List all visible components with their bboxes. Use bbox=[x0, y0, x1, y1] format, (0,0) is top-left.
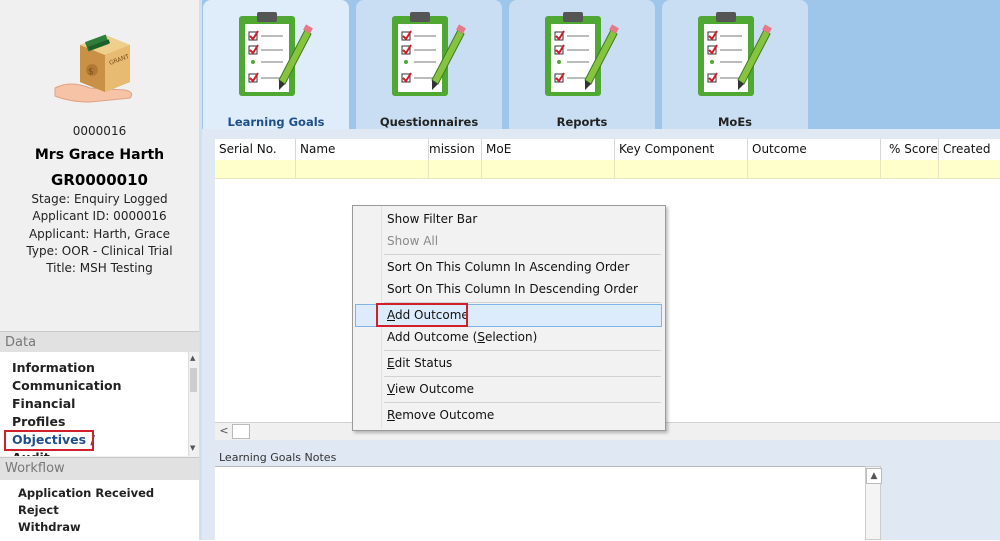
scroll-thumb[interactable] bbox=[190, 368, 197, 392]
column-header-name[interactable]: Name bbox=[296, 139, 429, 160]
menu-separator bbox=[384, 402, 661, 403]
data-section-title: Data bbox=[5, 335, 37, 350]
profile-stage: Stage: Enquiry Logged bbox=[31, 192, 168, 206]
column-header-outcome[interactable]: Outcome bbox=[748, 139, 881, 160]
grid-filter-row[interactable] bbox=[215, 160, 1000, 179]
menu-item-sort-descending[interactable]: Sort On This Column In Descending Order bbox=[387, 282, 638, 296]
menu-separator bbox=[384, 254, 661, 255]
tab-moes[interactable]: MoEs bbox=[662, 0, 808, 129]
workflow-item-reject[interactable]: Reject bbox=[18, 503, 59, 517]
tab-reports-label: Reports bbox=[556, 115, 608, 129]
tab-reports[interactable]: Reports bbox=[509, 0, 655, 129]
column-header-key-component[interactable]: Key Component bbox=[615, 139, 748, 160]
menu-item-show-all[interactable]: Show All bbox=[387, 234, 438, 248]
notes-textarea[interactable] bbox=[215, 466, 865, 541]
horizontal-scroll-thumb[interactable] bbox=[232, 424, 250, 439]
clipboard-checklist-icon bbox=[545, 12, 619, 96]
svg-text:$: $ bbox=[88, 67, 94, 77]
mnemonic-letter: S bbox=[477, 330, 485, 344]
tab-learning-goals-label: Learning Goals bbox=[227, 115, 325, 129]
scroll-left-arrow-icon[interactable]: < bbox=[216, 423, 232, 438]
filter-cell[interactable] bbox=[482, 160, 615, 178]
profile-applicant: Applicant: Harth, Grace bbox=[28, 227, 171, 241]
filter-cell[interactable] bbox=[748, 160, 881, 178]
menu-item-sort-ascending[interactable]: Sort On This Column In Ascending Order bbox=[387, 260, 629, 274]
objectives-highlight-box bbox=[4, 430, 94, 451]
notes-label: Learning Goals Notes bbox=[219, 451, 337, 464]
mnemonic-letter: E bbox=[387, 356, 395, 370]
clipboard-checklist-icon bbox=[239, 12, 313, 96]
grid-header-row: Serial No. Name mission MoE Key Componen… bbox=[215, 139, 1000, 161]
data-item-profiles[interactable]: Profiles bbox=[12, 414, 65, 429]
filter-cell[interactable] bbox=[429, 160, 482, 178]
menu-item-add-outcome-selection[interactable]: Add Outcome (Selection) bbox=[387, 330, 537, 344]
column-header-submission[interactable]: mission bbox=[429, 139, 482, 160]
menu-item-text: emove Outcome bbox=[394, 408, 495, 422]
clipboard-checklist-icon bbox=[392, 12, 466, 96]
column-header-percent-score[interactable]: % Score bbox=[881, 139, 939, 160]
menu-item-text: election) bbox=[484, 330, 538, 344]
scroll-down-arrow-icon[interactable]: ▼ bbox=[190, 444, 195, 452]
mnemonic-letter: V bbox=[387, 382, 395, 396]
data-item-financial[interactable]: Financial bbox=[12, 396, 75, 411]
data-list-scrollbar[interactable]: ▲ ▼ bbox=[188, 352, 199, 456]
data-item-information[interactable]: Information bbox=[12, 360, 95, 375]
profile-title: Title: MSH Testing bbox=[46, 261, 153, 275]
menu-item-view-outcome[interactable]: View Outcome bbox=[387, 382, 474, 396]
column-header-moe[interactable]: MoE bbox=[482, 139, 615, 160]
tab-learning-goals[interactable]: Learning Goals bbox=[203, 0, 349, 129]
menu-item-text: Add Outcome ( bbox=[387, 330, 478, 344]
data-item-communication[interactable]: Communication bbox=[12, 378, 122, 393]
tab-questionnaires[interactable]: Questionnaires bbox=[356, 0, 502, 129]
profile-name: Mrs Grace Harth bbox=[34, 147, 165, 163]
column-header-created[interactable]: Created bbox=[939, 139, 1000, 160]
menu-item-text: dit Status bbox=[394, 356, 453, 370]
profile-applicant-id: Applicant ID: 0000016 bbox=[32, 209, 167, 223]
filter-cell[interactable] bbox=[296, 160, 429, 178]
mnemonic-letter: R bbox=[387, 408, 395, 422]
workflow-section-header[interactable]: Workflow bbox=[0, 457, 199, 481]
workflow-section-title: Workflow bbox=[5, 461, 65, 476]
profile-id: 0000016 bbox=[72, 124, 127, 138]
profile-type: Type: OOR - Clinical Trial bbox=[26, 244, 173, 258]
filter-cell[interactable] bbox=[215, 160, 296, 178]
menu-separator bbox=[384, 350, 661, 351]
grant-box-logo-icon: $ GRANT bbox=[50, 10, 150, 110]
column-header-serial-no[interactable]: Serial No. bbox=[215, 139, 296, 160]
scroll-up-arrow-icon[interactable]: ▲ bbox=[190, 354, 195, 362]
workflow-item-withdraw[interactable]: Withdraw bbox=[18, 520, 81, 534]
menu-item-show-filter-bar[interactable]: Show Filter Bar bbox=[387, 212, 477, 226]
menu-separator bbox=[384, 376, 661, 377]
notes-scroll-up-icon[interactable]: ▲ bbox=[866, 468, 882, 484]
add-outcome-highlight-box bbox=[376, 303, 468, 327]
profile-reference: GR0000010 bbox=[51, 171, 148, 189]
clipboard-checklist-icon bbox=[698, 12, 772, 96]
menu-item-remove-outcome[interactable]: Remove Outcome bbox=[387, 408, 494, 422]
workflow-item-application-received[interactable]: Application Received bbox=[18, 486, 154, 500]
tab-questionnaires-label: Questionnaires bbox=[379, 115, 479, 129]
filter-cell[interactable] bbox=[615, 160, 748, 178]
menu-item-text: iew Outcome bbox=[394, 382, 475, 396]
filter-cell[interactable] bbox=[881, 160, 939, 178]
menu-item-edit-status[interactable]: Edit Status bbox=[387, 356, 452, 370]
tab-moes-label: MoEs bbox=[717, 115, 753, 129]
